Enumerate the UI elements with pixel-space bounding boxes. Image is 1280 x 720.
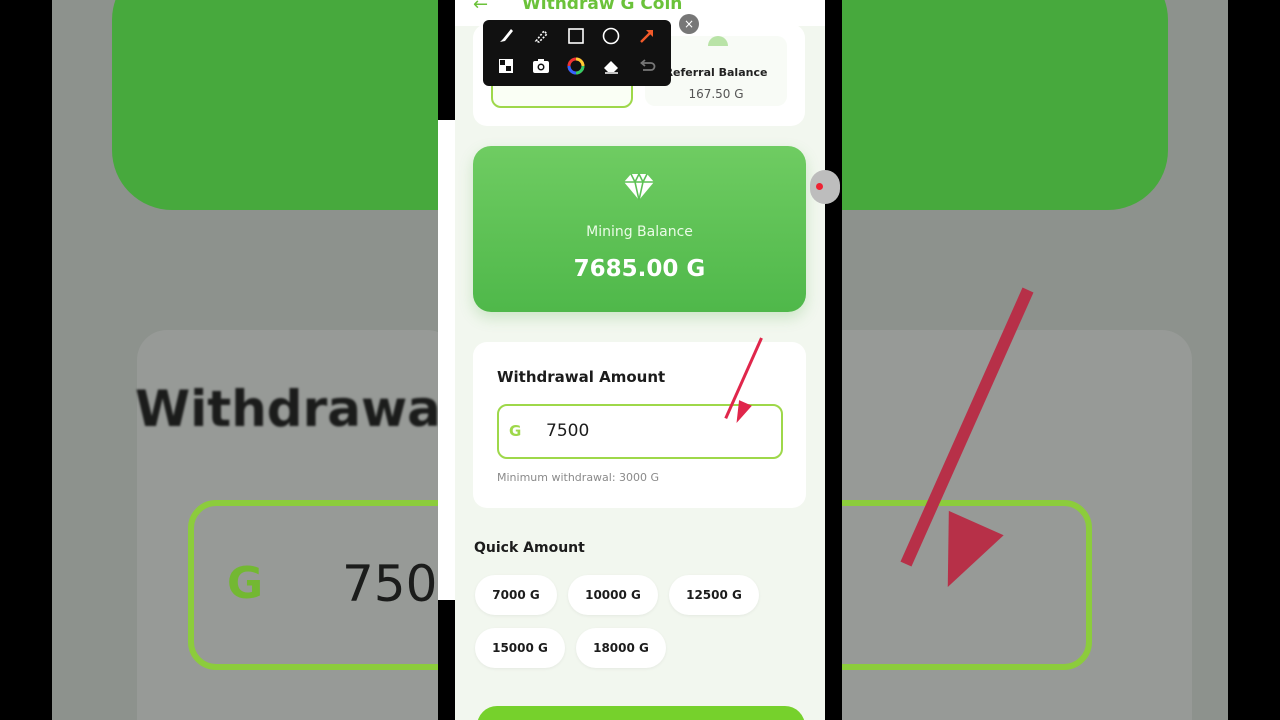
eraser-icon[interactable] xyxy=(599,56,623,80)
floating-record-dot[interactable] xyxy=(810,170,840,204)
annotation-toolbar: × xyxy=(483,14,699,86)
mining-balance-card: Mining Balance 7685.00 G xyxy=(473,146,806,312)
referral-icon xyxy=(708,36,728,46)
quick-amount-7000[interactable]: 7000 G xyxy=(475,575,557,615)
brush-icon[interactable] xyxy=(494,26,518,50)
quick-amount-title: Quick Amount xyxy=(474,540,585,556)
minimum-withdrawal-hint: Minimum withdrawal: 3000 G xyxy=(497,471,660,484)
back-arrow-icon[interactable]: ← xyxy=(473,0,488,15)
phone-edge-left xyxy=(438,120,455,600)
blurred-background-right xyxy=(842,0,1228,720)
withdrawal-amount-value[interactable]: 7500 xyxy=(546,421,589,441)
mining-balance-label: Mining Balance xyxy=(586,224,693,240)
page-title: Withdraw G Coin xyxy=(522,0,683,14)
withdrawal-card: Withdrawal Amount G 7500 Minimum withdra… xyxy=(473,342,806,508)
highlighter-icon[interactable] xyxy=(529,26,553,50)
currency-symbol: G xyxy=(509,422,522,440)
withdrawal-title: Withdrawal Amount xyxy=(497,368,666,386)
blurred-g-symbol: G xyxy=(227,558,264,609)
blurred-background-left: Withdrawa G 750 xyxy=(52,0,438,720)
arrow-tool-icon[interactable] xyxy=(635,26,659,50)
phone-app: ← Withdraw G Coin Referral Balance 167.5… xyxy=(455,0,825,720)
record-indicator-icon xyxy=(816,183,823,190)
mining-balance-value: 7685.00 G xyxy=(573,256,706,282)
blurred-amount: 750 xyxy=(342,555,438,613)
color-wheel-icon[interactable] xyxy=(564,56,588,80)
withdraw-submit-button[interactable] xyxy=(477,706,805,720)
mosaic-icon[interactable] xyxy=(494,56,518,80)
referral-value: 167.50 G xyxy=(688,87,744,101)
undo-icon[interactable] xyxy=(635,56,659,80)
quick-amount-12500[interactable]: 12500 G xyxy=(669,575,759,615)
circle-icon[interactable] xyxy=(599,26,623,50)
camera-icon[interactable] xyxy=(529,56,553,80)
blurred-green-card-right xyxy=(842,0,1168,210)
rectangle-icon[interactable] xyxy=(564,26,588,50)
quick-amount-18000[interactable]: 18000 G xyxy=(576,628,666,668)
diamond-icon xyxy=(623,172,655,206)
close-icon[interactable]: × xyxy=(679,14,699,34)
quick-amount-15000[interactable]: 15000 G xyxy=(475,628,565,668)
blurred-green-card xyxy=(112,0,438,210)
quick-amount-10000[interactable]: 10000 G xyxy=(568,575,658,615)
screen: Withdrawa G 750 ← Withdraw G Coin Referr… xyxy=(0,0,1280,720)
blurred-title: Withdrawa xyxy=(135,380,438,438)
